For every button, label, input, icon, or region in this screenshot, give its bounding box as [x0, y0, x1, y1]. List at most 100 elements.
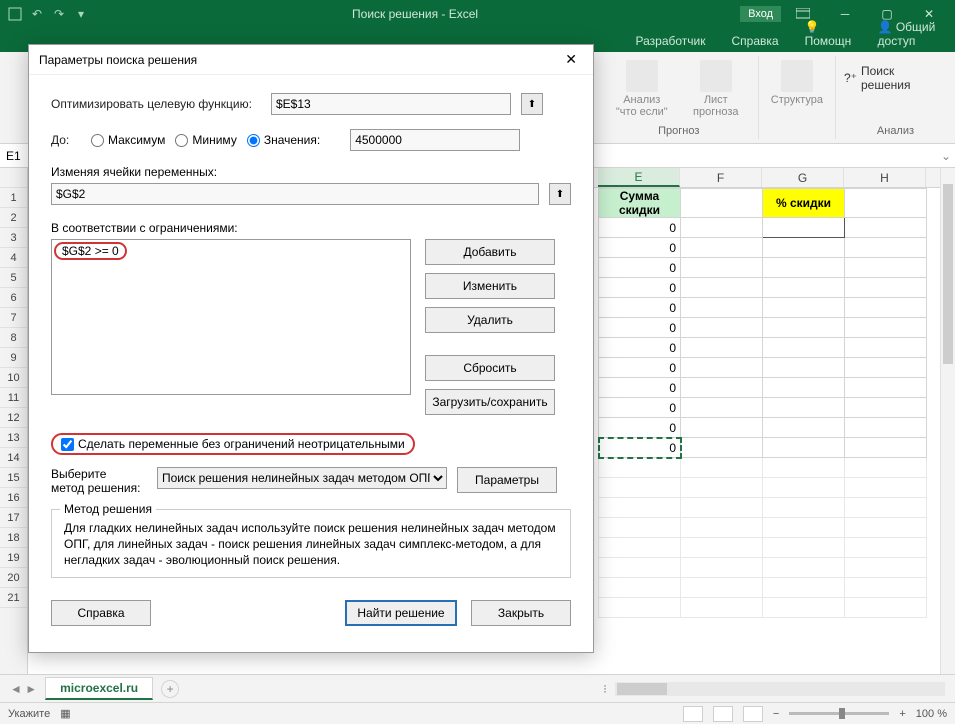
tab-help[interactable]: Справка	[726, 30, 785, 52]
method-select[interactable]: Поиск решения нелинейных задач методом О…	[157, 467, 447, 489]
delete-button[interactable]: Удалить	[425, 307, 555, 333]
column-header[interactable]: F	[680, 168, 762, 187]
cell: 0	[599, 378, 681, 398]
zoom-value[interactable]: 100 %	[916, 708, 947, 720]
tab-developer[interactable]: Разработчик	[630, 30, 712, 52]
target-value-input[interactable]	[350, 129, 520, 151]
row-header[interactable]: 20	[0, 568, 27, 588]
row-headers: 1 2 3 4 5 6 7 8 9 10 11 12 13 14 15 16 1…	[0, 168, 28, 674]
row-header[interactable]: 9	[0, 348, 27, 368]
row-header[interactable]: 1	[0, 188, 27, 208]
row-header[interactable]: 19	[0, 548, 27, 568]
view-normal-icon[interactable]	[683, 706, 703, 722]
range-picker-icon[interactable]: ⬆	[521, 93, 543, 115]
row-header[interactable]: 15	[0, 468, 27, 488]
row-header[interactable]: 7	[0, 308, 27, 328]
redo-icon[interactable]: ↷	[50, 5, 68, 23]
solver-dialog: Параметры поиска решения ✕ Оптимизироват…	[28, 44, 594, 653]
row-header[interactable]: 21	[0, 588, 27, 608]
solver-icon: ?⁺	[844, 71, 857, 85]
horizontal-scrollbar[interactable]	[615, 682, 945, 696]
dialog-titlebar: Параметры поиска решения ✕	[29, 45, 593, 75]
row-header[interactable]: 3	[0, 228, 27, 248]
whatif-button[interactable]: Анализ "что если"	[608, 58, 676, 120]
nonneg-checkbox[interactable]: Сделать переменные без ограничений неотр…	[61, 437, 405, 451]
constraints-label: В соответствии с ограничениями:	[51, 221, 571, 235]
cell: 0	[599, 358, 681, 378]
quick-access-toolbar: ↶ ↷ ▾	[6, 5, 90, 23]
dialog-title: Параметры поиска решения	[39, 53, 197, 67]
tab-tell-me[interactable]: 💡 Помощн	[799, 16, 858, 52]
zoom-in-icon[interactable]: +	[899, 708, 905, 720]
outline-icon	[781, 60, 813, 92]
radio-value[interactable]: Значения:	[247, 133, 320, 147]
close-icon[interactable]: ✕	[559, 49, 583, 70]
ribbon-group-forecast: Анализ "что если" Лист прогноза Прогноз	[600, 56, 759, 139]
cell: 0	[599, 318, 681, 338]
constraints-listbox[interactable]: $G$2 >= 0	[51, 239, 411, 395]
close-button[interactable]: Закрыть	[471, 600, 571, 626]
method-groupbox: Метод решения Для гладких нелинейных зад…	[51, 509, 571, 578]
row-header[interactable]: 6	[0, 288, 27, 308]
row-header[interactable]: 14	[0, 448, 27, 468]
group-label-forecast: Прогноз	[608, 125, 750, 137]
sheet-nav[interactable]: ◄ ►	[10, 682, 37, 696]
cell: 0	[599, 278, 681, 298]
constraint-item[interactable]: $G$2 >= 0	[54, 242, 127, 260]
reset-button[interactable]: Сбросить	[425, 355, 555, 381]
method-label: Выберите	[51, 467, 147, 481]
tab-share[interactable]: 👤 Общий доступ	[872, 16, 955, 52]
login-button[interactable]: Вход	[740, 6, 781, 22]
sheet-tab[interactable]: microexcel.ru	[45, 677, 153, 700]
forecast-sheet-button[interactable]: Лист прогноза	[682, 58, 750, 120]
loadsave-button[interactable]: Загрузить/сохранить	[425, 389, 555, 415]
help-button[interactable]: Справка	[51, 600, 151, 626]
solve-button[interactable]: Найти решение	[345, 600, 457, 626]
solver-button[interactable]: ?⁺ Поиск решения	[844, 58, 947, 92]
cell	[763, 218, 845, 238]
row-header[interactable]: 2	[0, 208, 27, 228]
add-button[interactable]: Добавить	[425, 239, 555, 265]
zoom-slider[interactable]	[789, 712, 889, 715]
params-button[interactable]: Параметры	[457, 467, 557, 493]
group-label-analysis: Анализ	[844, 125, 947, 137]
row-header[interactable]: 17	[0, 508, 27, 528]
qat-dropdown-icon[interactable]: ▾	[72, 5, 90, 23]
row-header[interactable]: 4	[0, 248, 27, 268]
row-header[interactable]: 8	[0, 328, 27, 348]
vertical-scrollbar[interactable]	[940, 168, 955, 674]
radio-min[interactable]: Миниму	[175, 133, 236, 147]
add-sheet-button[interactable]: +	[161, 680, 179, 698]
row-header[interactable]: 13	[0, 428, 27, 448]
change-button[interactable]: Изменить	[425, 273, 555, 299]
save-icon[interactable]	[6, 5, 24, 23]
row-header[interactable]: 5	[0, 268, 27, 288]
outline-button[interactable]: Структура	[767, 58, 827, 108]
formula-expand-icon[interactable]: ⌄	[937, 144, 955, 167]
vars-input[interactable]	[51, 183, 539, 205]
column-header[interactable]: G	[762, 168, 844, 187]
cell: 0	[599, 338, 681, 358]
ribbon-group-outline: Структура	[759, 56, 836, 139]
row-header[interactable]: 12	[0, 408, 27, 428]
radio-max[interactable]: Максимум	[91, 133, 165, 147]
row-header[interactable]: 10	[0, 368, 27, 388]
groupbox-legend: Метод решения	[60, 502, 156, 516]
row-header[interactable]: 16	[0, 488, 27, 508]
range-picker-icon[interactable]: ⬆	[549, 183, 571, 205]
sheet-tabs: ◄ ► microexcel.ru + ⁝	[0, 674, 955, 702]
row-header[interactable]: 18	[0, 528, 27, 548]
column-header[interactable]: H	[844, 168, 926, 187]
row-header[interactable]: 11	[0, 388, 27, 408]
view-layout-icon[interactable]	[713, 706, 733, 722]
cell: 0	[599, 218, 681, 238]
macros-icon[interactable]: ▦	[60, 707, 70, 720]
zoom-out-icon[interactable]: −	[773, 708, 779, 720]
cells-grid[interactable]: Сумма скидки% скидки 0 0 0 0 0 0 0 0 0 0…	[598, 188, 927, 618]
method-description: Для гладких нелинейных задач используйте…	[64, 520, 558, 569]
column-header[interactable]: E	[598, 168, 680, 187]
objective-input[interactable]	[271, 93, 511, 115]
undo-icon[interactable]: ↶	[28, 5, 46, 23]
view-pagebreak-icon[interactable]	[743, 706, 763, 722]
forecast-icon	[700, 60, 732, 92]
